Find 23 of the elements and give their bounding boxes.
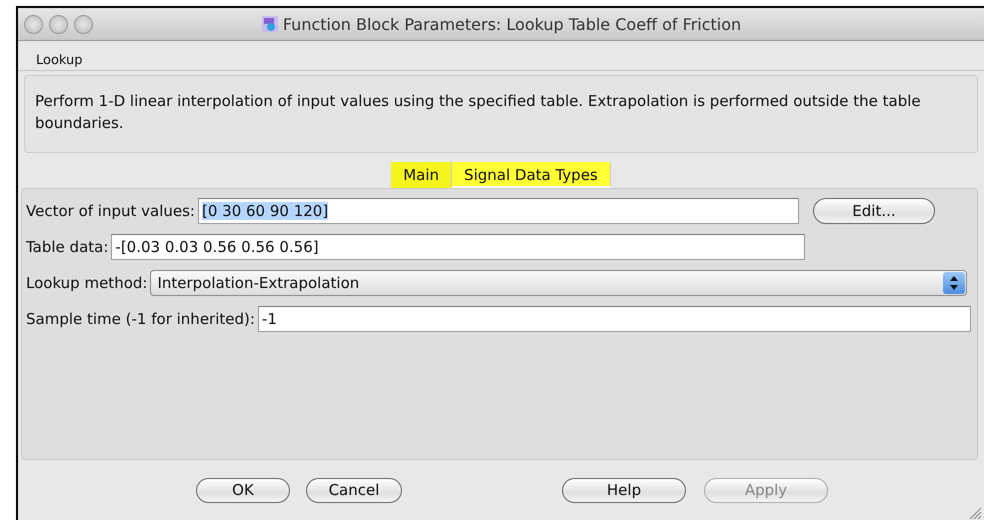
input-field[interactable]: -[0.03 0.03 0.56 0.56 0.56] <box>111 234 806 260</box>
field-label: Vector of input values: <box>26 202 196 220</box>
tab[interactable]: Main <box>391 162 452 188</box>
cancel-button[interactable]: Cancel <box>306 478 402 502</box>
resize-grip-icon[interactable] <box>968 506 982 520</box>
tab[interactable]: Signal Data Types <box>452 162 611 188</box>
stepper-icon <box>943 272 965 294</box>
minimize-button[interactable] <box>49 14 68 34</box>
ok-button[interactable]: OK <box>196 478 290 502</box>
field-label: Table data: <box>26 238 110 256</box>
window-title: Function Block Parameters: Lookup Table Coeff of Friction <box>282 14 742 34</box>
edit-button[interactable]: Edit... <box>812 198 935 224</box>
zoom-button[interactable] <box>74 14 93 34</box>
description-text: Perform 1-D linear interpolation of input values using the specified table. Extrapolation is performed outside the table boundaries. <box>24 75 978 153</box>
field-label: Sample time (-1 for inherited): <box>26 310 256 328</box>
help-button[interactable]: Help <box>562 478 686 502</box>
input-field[interactable]: -1 <box>258 306 971 332</box>
dropdown[interactable]: Interpolation-Extrapolation <box>150 270 967 296</box>
close-button[interactable] <box>24 14 43 34</box>
input-field[interactable]: [0 30 60 90 120] <box>198 198 799 224</box>
block-type-label: Lookup <box>18 41 984 71</box>
field-label: Lookup method: <box>26 274 148 292</box>
block-icon <box>260 15 279 33</box>
